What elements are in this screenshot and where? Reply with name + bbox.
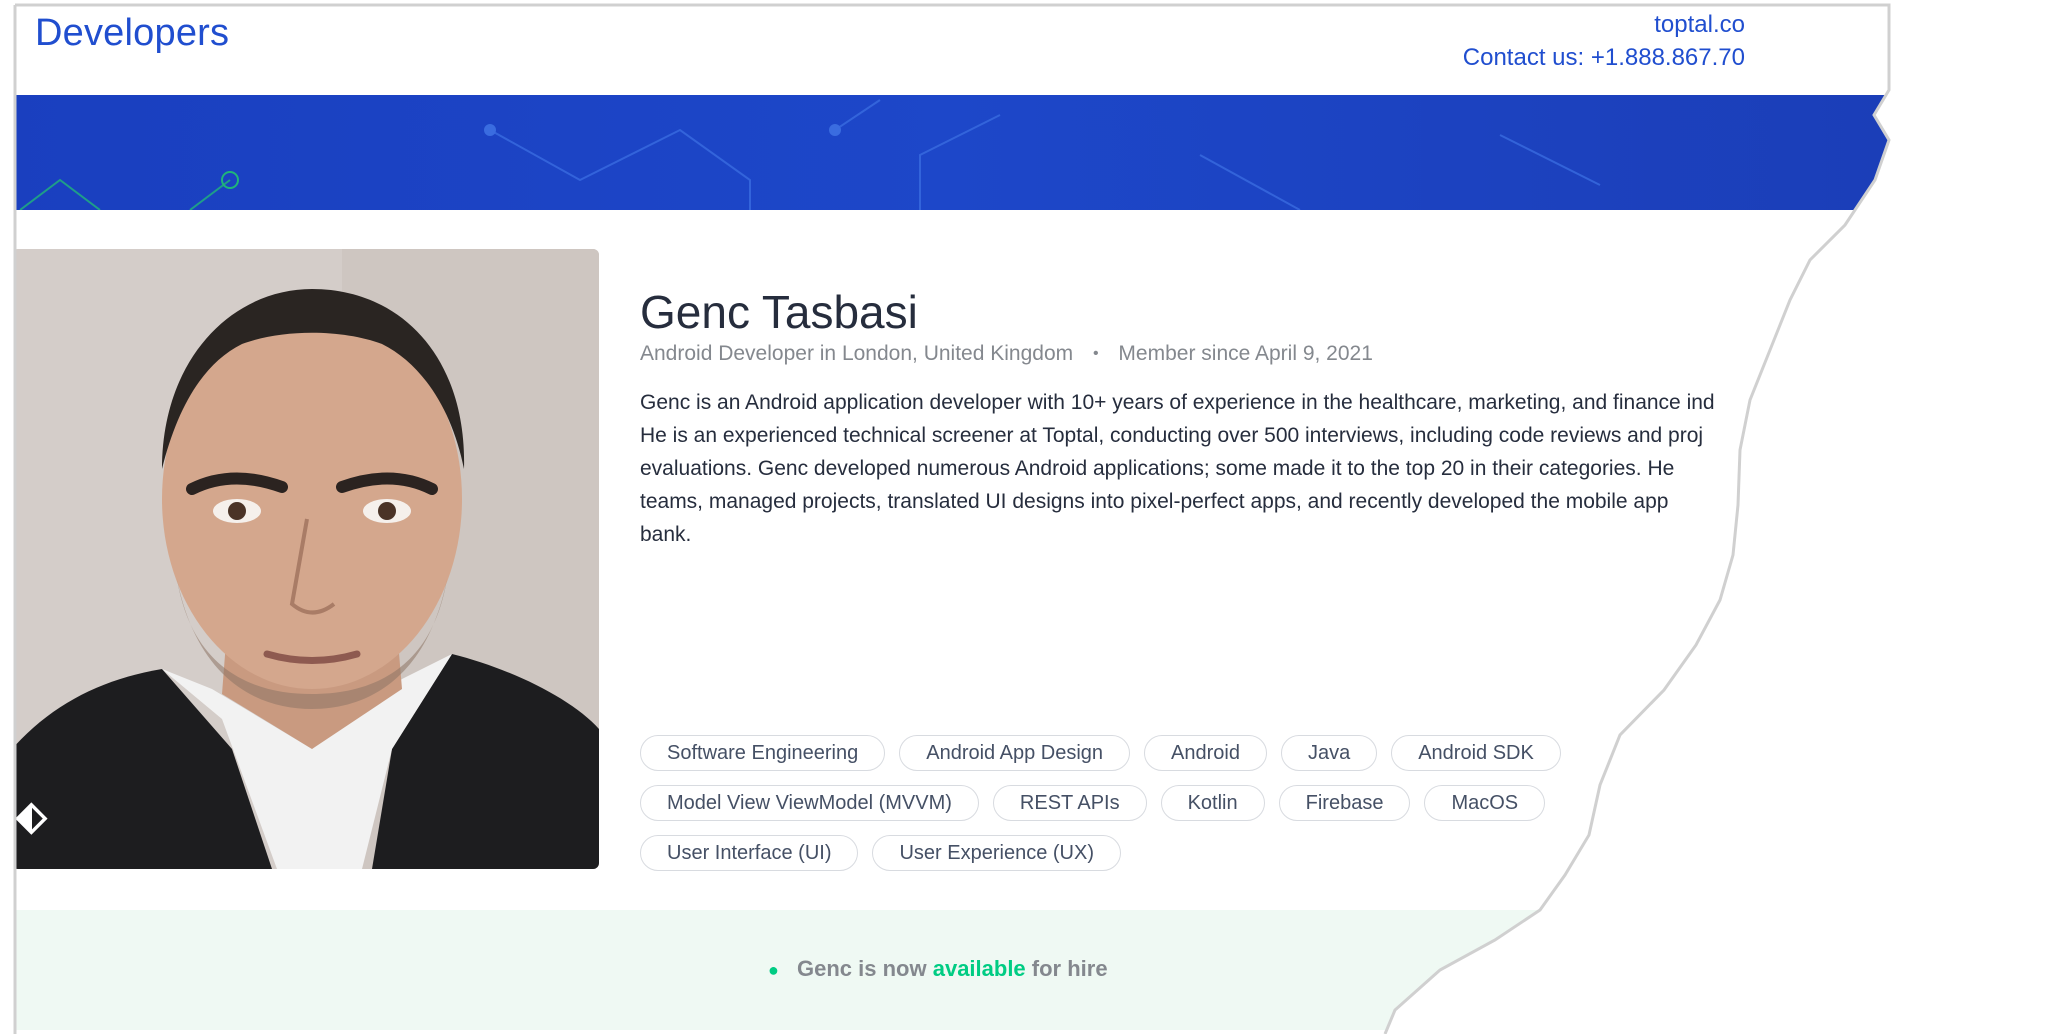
skill-tag[interactable]: Android	[1144, 735, 1267, 771]
bio-line: evaluations. Genc developed numerous And…	[640, 457, 1675, 480]
profile-photo: ⬖	[15, 249, 599, 869]
skill-tag[interactable]: Software Engineering	[640, 735, 886, 771]
role-location: Android Developer in London, United King…	[640, 342, 1074, 365]
developer-name: Genc Tasbasi	[640, 286, 918, 338]
bio-line: teams, managed projects, translated UI d…	[640, 490, 1669, 513]
bio-line: bank.	[640, 523, 692, 546]
skills-list: Software Engineering Android App Design …	[640, 735, 1620, 871]
separator-dot: •	[1092, 345, 1099, 362]
skill-tag[interactable]: Firebase	[1278, 785, 1411, 821]
contact-phone[interactable]: Contact us: +1.888.867.70	[1463, 41, 1745, 74]
skill-tag[interactable]: Model View ViewModel (MVVM)	[640, 785, 979, 821]
skill-tag[interactable]: Kotlin	[1160, 785, 1265, 821]
skill-tag[interactable]: Java	[1280, 735, 1378, 771]
skill-tag[interactable]: User Experience (UX)	[872, 835, 1121, 871]
bio-text: Genc is an Android application developer…	[640, 386, 1820, 551]
bio-line: Genc is an Android application developer…	[640, 391, 1715, 414]
portrait-image	[15, 249, 599, 869]
member-since: Member since April 9, 2021	[1118, 342, 1373, 365]
toptal-logo-icon: ⬖	[16, 794, 47, 838]
banner-pattern	[19, 99, 1601, 210]
site-link[interactable]: toptal.co	[1463, 8, 1745, 41]
skill-tag[interactable]: MacOS	[1424, 785, 1546, 821]
skill-tag[interactable]: Android SDK	[1391, 735, 1561, 771]
status-dot-icon: ●	[768, 960, 779, 980]
canvas: Developers toptal.co Contact us: +1.888.…	[0, 0, 2048, 1034]
availability-highlight: available	[932, 956, 1026, 981]
availability-status: ● Genc is now available for hire	[768, 956, 1108, 982]
skill-tag[interactable]: REST APIs	[992, 785, 1147, 821]
availability-suffix: for hire	[1031, 956, 1108, 981]
skill-tag[interactable]: Android App Design	[899, 735, 1131, 771]
brand-title[interactable]: Developers	[35, 12, 229, 55]
availability-prefix: Genc is now	[797, 956, 927, 981]
bio-line: He is an experienced technical screener …	[640, 424, 1704, 447]
profile-meta: Android Developer in London, United King…	[640, 342, 1373, 366]
skill-tag[interactable]: User Interface (UI)	[640, 835, 859, 871]
profile-page: Developers toptal.co Contact us: +1.888.…	[15, 5, 1889, 1034]
hero-banner	[15, 95, 1889, 210]
header-contact: toptal.co Contact us: +1.888.867.70	[1463, 8, 1745, 74]
